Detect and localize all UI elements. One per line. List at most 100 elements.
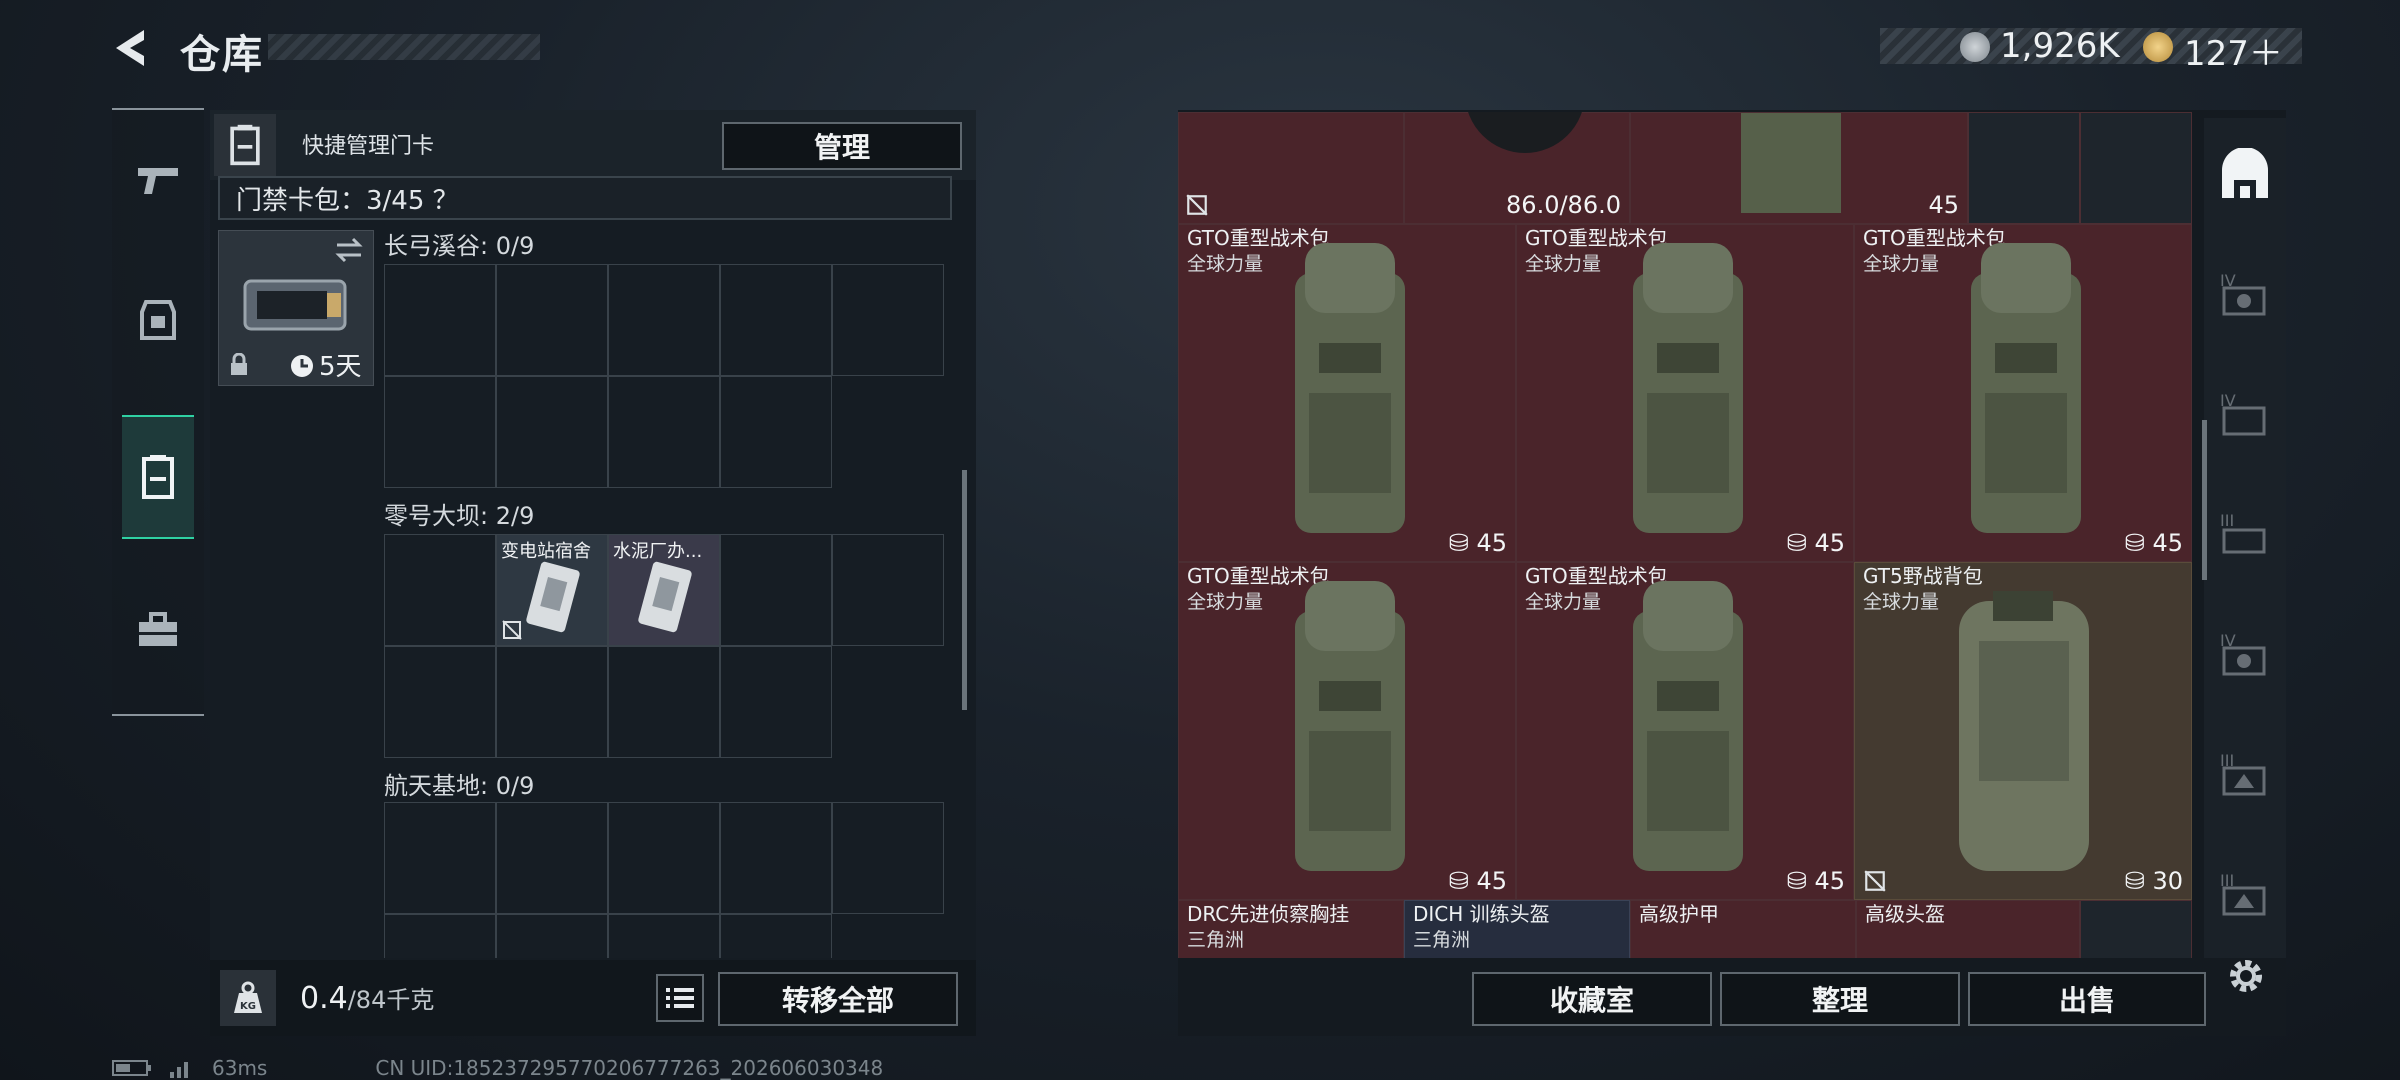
storage-page-iv-icon[interactable]: IV [2218,388,2272,442]
count-value: 45 [1476,867,1507,895]
keycard-icon [142,455,174,499]
grid-slot[interactable] [384,914,496,958]
storage-page-iii-icon[interactable]: III [2218,748,2272,802]
lock-icon [231,353,247,375]
gear-tab[interactable] [122,260,194,380]
grid-slot[interactable] [384,264,496,376]
grid-slot[interactable] [2080,900,2192,958]
keycard-tab[interactable] [122,415,194,539]
storage-item-gto-backpack[interactable]: GTO重型战术包 全球力量 ⛁ 45 [1854,224,2192,562]
storage-item-armor[interactable]: 高级护甲 [1630,900,1856,958]
grid-slot[interactable] [384,646,496,758]
storage-item-gto-backpack[interactable]: GTO重型战术包 全球力量 ⛁ 45 [1516,562,1854,900]
gold-amount[interactable]: 127＋ [2184,26,2283,75]
storage-item-gto-backpack[interactable]: GTO重型战术包 全球力量 ⛁ 45 [1178,224,1516,562]
weight-icon: ⛁ [1448,529,1477,557]
grid-slot[interactable] [832,534,944,646]
manage-button[interactable]: 管理 [722,122,962,170]
settings-gear-icon[interactable] [2224,954,2268,998]
storage-item-partial[interactable]: 45 [1630,112,1968,224]
weight-icon: ⛁ [2124,529,2153,557]
grid-slot[interactable] [608,646,720,758]
storage-page-iv-icon[interactable]: IV [2218,268,2272,322]
warehouse-icon[interactable] [2218,148,2272,202]
capacity-count: ⛁ 45 [1449,529,1507,557]
grid-slot[interactable] [496,646,608,758]
weight-icon: KG [220,970,276,1026]
grid-slot[interactable] [2080,112,2192,224]
backpack-icon [1971,243,2081,533]
toolbox-tab[interactable] [122,570,194,690]
storage-item-gto-backpack[interactable]: GTO重型战术包 全球力量 ⛁ 45 [1178,562,1516,900]
collection-room-button[interactable]: 收藏室 [1472,972,1712,1026]
item-name: 高级头盔 [1865,902,1945,926]
grid-slot[interactable] [720,264,832,376]
weight-readout: 0.4/84千克 [300,980,434,1016]
grid-slot[interactable] [832,264,944,376]
backpack-icon [1295,243,1405,533]
storage-item-partial[interactable] [1178,112,1404,224]
keycard-scrollbar[interactable] [962,470,967,710]
backpack-icon [1959,591,2089,871]
storage-page-iii-icon[interactable]: III [2218,868,2272,922]
weight-icon: ⛁ [2124,867,2153,895]
keycard-item-cement[interactable]: 水泥厂办... [608,534,720,646]
storage-page-iv-icon[interactable]: IV [2218,628,2272,682]
grid-slot[interactable] [608,802,720,914]
battery-icon [112,1060,151,1076]
storage-item-partial[interactable]: 86.0/86.0 [1404,112,1630,224]
item-name: DICH 训练头盔 [1413,902,1550,926]
grid-slot[interactable] [608,376,720,488]
count-value: 45 [1814,867,1845,895]
keycard-capacity[interactable]: 门禁卡包：3/45 ？ [236,180,459,217]
capacity-count: ⛁ 45 [1787,529,1845,557]
grid-slot[interactable] [720,646,832,758]
status-bar: 63ms CN UID:185237295770206777263_202606… [112,1056,883,1080]
storage-item-gto-backpack[interactable]: GTO重型战术包 全球力量 ⛁ 45 [1516,224,1854,562]
pistol-icon [138,168,178,194]
grid-slot[interactable] [720,376,832,488]
storage-item-training-helmet[interactable]: DICH 训练头盔 三角洲 [1404,900,1630,958]
signal-icon [170,1062,188,1078]
transfer-all-button[interactable]: 转移全部 [718,972,958,1026]
count-value: 45 [1814,529,1845,557]
swap-icon[interactable] [333,237,365,263]
storage-page-iii-icon[interactable]: III [2218,508,2272,562]
backpack-icon [1633,243,1743,533]
sort-button[interactable]: 整理 [1720,972,1960,1026]
weapon-tab[interactable] [122,120,194,240]
back-icon[interactable] [108,26,152,70]
keycard-item-substation[interactable]: 变电站宿舍 [496,534,608,646]
gold-coin-icon [2143,32,2173,62]
grid-slot[interactable] [832,802,944,914]
grid-slot[interactable] [384,376,496,488]
list-view-button[interactable] [656,974,704,1022]
item-name: DRC先进侦察胸挂 [1187,902,1350,926]
svg-text:KG: KG [240,1001,256,1012]
keycard-item-icon [638,561,692,633]
keycard-bag[interactable]: 5天 [218,230,374,386]
storage-item-gt5-backpack[interactable]: GT5野战背包 全球力量 ⛁ 30 [1854,562,2192,900]
grid-slot[interactable] [608,264,720,376]
grid-slot[interactable] [720,802,832,914]
grid-slot[interactable] [496,914,608,958]
grid-slot[interactable] [496,264,608,376]
item-faction: 全球力量 [1863,591,1940,613]
grid-slot[interactable] [720,534,832,646]
grid-slot[interactable] [384,534,496,646]
storage-item-helmet[interactable]: 高级头盔 [1856,900,2080,958]
grid-slot[interactable] [720,914,832,958]
grid-slot[interactable] [384,802,496,914]
storage-item-chest-rig[interactable]: DRC先进侦察胸挂 三角洲 [1178,900,1404,958]
grid-slot[interactable] [608,914,720,958]
grid-slot[interactable] [496,802,608,914]
sell-button[interactable]: 出售 [1968,972,2206,1026]
grid-slot[interactable] [496,376,608,488]
zone-label-dam: 零号大坝: 2/9 [384,502,535,530]
backpack-icon [1295,581,1405,871]
grid-slot[interactable] [1968,112,2080,224]
storage-scrollbar[interactable] [2202,420,2207,580]
keycard-case-icon [243,279,347,331]
item-faction: 全球力量 [1187,253,1264,275]
page-title: 仓库 [180,32,264,78]
